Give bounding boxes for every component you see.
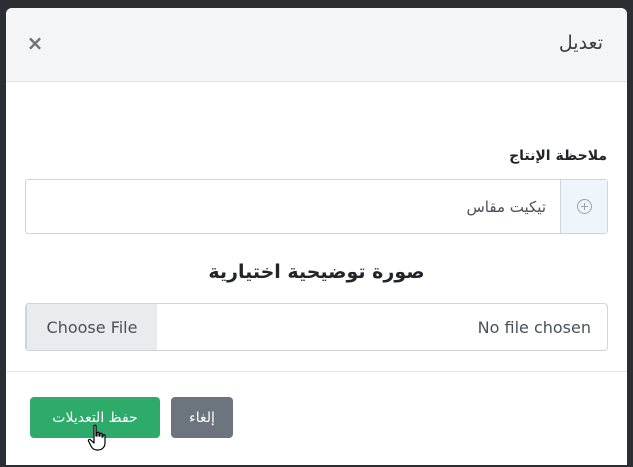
choose-file-button[interactable]: Choose File xyxy=(26,304,157,350)
file-status-text: No file chosen xyxy=(477,317,591,337)
production-note-group xyxy=(25,179,608,234)
note-addon xyxy=(560,180,607,233)
edit-modal: تعديل × ملاحظة الإنتاج صورة توضيحية اختي… xyxy=(6,8,627,465)
modal-title: تعديل xyxy=(558,32,603,54)
cancel-button[interactable]: إلغاء xyxy=(171,397,233,438)
production-note-label: ملاحظة الإنتاج xyxy=(509,148,607,164)
modal-body: ملاحظة الإنتاج صورة توضيحية اختيارية Cho… xyxy=(6,82,627,371)
file-input[interactable]: Choose File No file chosen xyxy=(25,303,608,351)
close-icon[interactable]: × xyxy=(24,30,46,56)
hand-pointer-icon xyxy=(87,424,106,451)
modal-header: تعديل × xyxy=(6,8,627,82)
production-note-input[interactable] xyxy=(26,180,560,233)
optional-image-heading: صورة توضيحية اختيارية xyxy=(208,261,425,283)
plus-circle-icon xyxy=(576,199,592,214)
